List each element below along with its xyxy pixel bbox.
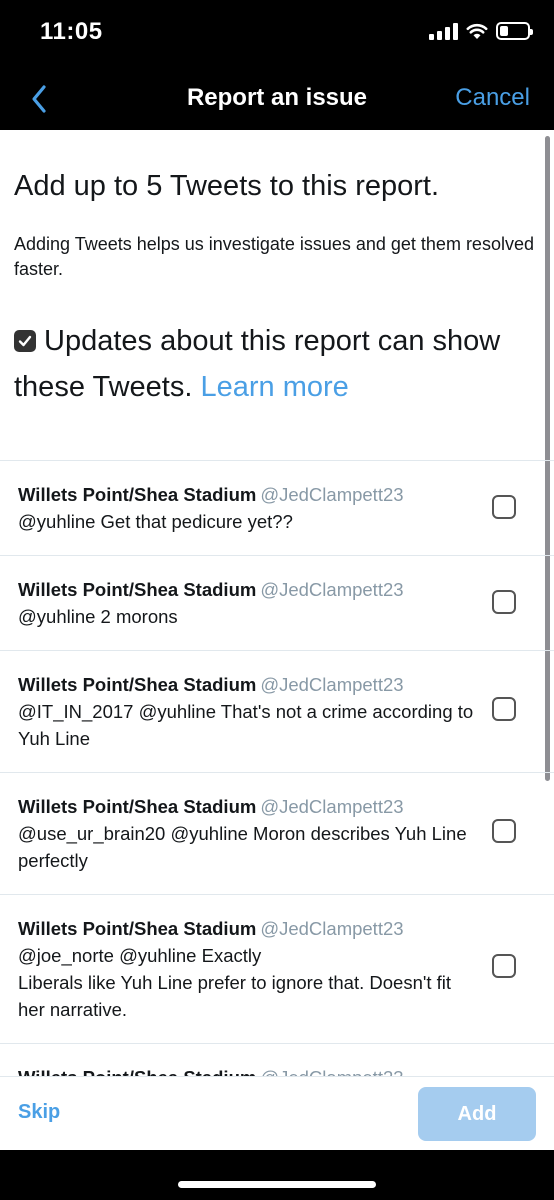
- add-button[interactable]: Add: [418, 1087, 536, 1141]
- battery-icon: [496, 22, 533, 40]
- checkmark-icon: [18, 335, 32, 347]
- tweet-text: @yuhline Get that pedicure yet??: [18, 511, 293, 532]
- tweet-author-handle: @JedClampett23: [260, 1067, 403, 1076]
- updates-checkbox[interactable]: [14, 330, 36, 352]
- status-icons: [429, 22, 533, 40]
- home-indicator[interactable]: [178, 1181, 376, 1188]
- tweet-author-name: Willets Point/Shea Stadium: [18, 579, 257, 600]
- tweet-author-name: Willets Point/Shea Stadium: [18, 1067, 256, 1076]
- report-content[interactable]: Add up to 5 Tweets to this report. Addin…: [0, 130, 554, 1076]
- updates-option: Updates about this report can show these…: [14, 318, 539, 410]
- tweet-author-handle: @JedClampett23: [260, 796, 404, 817]
- tweet-author-name: Willets Point/Shea Stadium: [18, 918, 257, 939]
- tweet-checkbox[interactable]: [492, 819, 516, 843]
- nav-bar: Report an issue Cancel: [0, 68, 554, 130]
- tweet-checkbox[interactable]: [492, 495, 516, 519]
- tweet-author-handle: @JedClampett23: [260, 484, 404, 505]
- tweet-author-handle: @JedClampett23: [260, 674, 404, 695]
- status-bar: 11:05: [0, 0, 554, 68]
- tweet-text: @yuhline 2 morons: [18, 606, 178, 627]
- status-time: 11:05: [40, 18, 103, 45]
- description-text: Adding Tweets helps us investigate issue…: [14, 234, 534, 279]
- tweet-row[interactable]: Willets Point/Shea Stadium @JedClampett23…: [0, 556, 554, 651]
- tweet-author-handle: @JedClampett23: [260, 918, 404, 939]
- bottom-action-bar: Skip Add: [0, 1076, 554, 1150]
- skip-button[interactable]: Skip: [18, 1101, 60, 1124]
- tweet-author-name: Willets Point/Shea Stadium: [18, 796, 257, 817]
- tweet-row[interactable]: Willets Point/Shea Stadium @JedClampett23…: [0, 773, 554, 895]
- tweet-text: @use_ur_brain20 @yuhline Moron describes…: [18, 823, 467, 871]
- tweet-author-handle: @JedClampett23: [260, 579, 404, 600]
- tweet-row[interactable]: Willets Point/Shea Stadium @JedClampett23: [0, 1044, 554, 1076]
- tweet-row[interactable]: Willets Point/Shea Stadium @JedClampett23…: [0, 461, 554, 556]
- tweet-checkbox[interactable]: [492, 954, 516, 978]
- tweet-row[interactable]: Willets Point/Shea Stadium @JedClampett23…: [0, 895, 554, 1044]
- wifi-icon: [466, 23, 488, 39]
- tweet-author-name: Willets Point/Shea Stadium: [18, 674, 257, 695]
- tweet-checkbox[interactable]: [492, 590, 516, 614]
- tweet-text: @IT_IN_2017 @yuhline That's not a crime …: [18, 701, 474, 749]
- cancel-button[interactable]: Cancel: [455, 84, 530, 112]
- tweet-row[interactable]: Willets Point/Shea Stadium @JedClampett23…: [0, 651, 554, 773]
- home-bar-area: [0, 1150, 554, 1200]
- headline: Add up to 5 Tweets to this report.: [14, 170, 440, 202]
- tweet-author-name: Willets Point/Shea Stadium: [18, 484, 257, 505]
- tweet-text: @joe_norte @yuhline Exactly Liberals lik…: [18, 945, 452, 1020]
- tweet-list: Willets Point/Shea Stadium @JedClampett23…: [0, 460, 554, 1076]
- signal-icon: [429, 22, 458, 40]
- learn-more-link[interactable]: Learn more: [200, 371, 348, 403]
- tweet-checkbox[interactable]: [492, 697, 516, 721]
